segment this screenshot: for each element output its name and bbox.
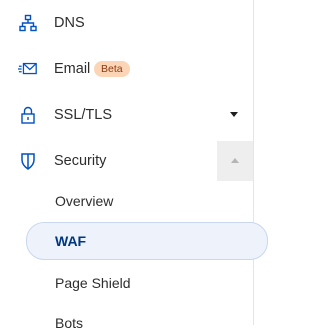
chevron-down-icon[interactable]: [230, 112, 238, 117]
sidebar-item-label: DNS: [54, 15, 85, 31]
envelope-icon: [18, 59, 38, 79]
network-icon: [18, 13, 38, 33]
sidebar-item-security[interactable]: Security: [0, 138, 253, 184]
chevron-up-icon: [231, 158, 239, 163]
sidebar-subitem-bots[interactable]: Bots: [55, 315, 83, 331]
sidebar-subitem-waf[interactable]: WAF: [26, 222, 268, 260]
sidebar-subitem-label: WAF: [55, 233, 87, 249]
sidebar-item-dns[interactable]: DNS: [0, 0, 253, 46]
beta-badge: Beta: [94, 61, 130, 77]
sidebar-subitem-page-shield[interactable]: Page Shield: [55, 275, 131, 291]
sidebar-nav: DNS Email Beta SSL/TLS Security Overview…: [0, 0, 268, 331]
lock-icon: [18, 105, 38, 125]
shield-icon: [18, 151, 38, 171]
sidebar-item-label: Security: [54, 153, 107, 169]
sidebar-item-ssl-tls[interactable]: SSL/TLS: [0, 92, 253, 138]
sidebar-item-label: Email: [54, 61, 91, 77]
security-collapse-button[interactable]: [217, 141, 253, 181]
sidebar-item-label: SSL/TLS: [54, 107, 113, 123]
sidebar-subitem-overview[interactable]: Overview: [55, 193, 113, 209]
sidebar-item-email[interactable]: Email Beta: [0, 46, 253, 92]
